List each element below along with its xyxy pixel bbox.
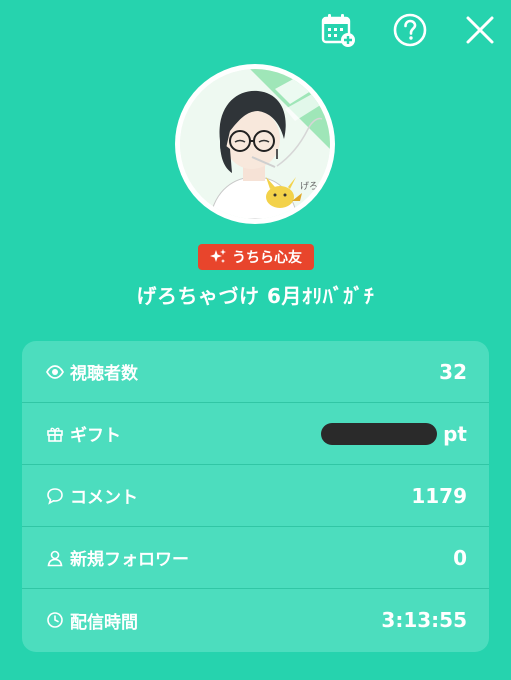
sparkle-icon: [210, 249, 226, 265]
svg-text:げろ: げろ: [300, 181, 318, 192]
close-icon[interactable]: [462, 12, 498, 48]
person-icon: [46, 549, 64, 567]
stat-label: 視聴者数: [70, 364, 138, 384]
clock-icon: [46, 611, 64, 629]
stat-value: 32: [439, 359, 467, 384]
avatar-frame: げろ: [175, 64, 335, 224]
stat-row-viewers: 視聴者数 32: [22, 341, 489, 403]
stream-title: げろちゃづけ 6月ｵﾘﾊﾞｶﾞﾁ: [136, 284, 375, 308]
top-bar: [0, 0, 511, 62]
stat-label: ギフト: [70, 426, 121, 446]
stat-value: 1179: [411, 483, 467, 508]
avatar[interactable]: げろ: [180, 69, 330, 219]
stat-value: 3:13:55: [381, 608, 467, 632]
stat-value: 0: [453, 545, 467, 570]
redaction-bar: [321, 422, 438, 445]
relationship-badge: うちら心友: [198, 244, 314, 270]
stat-label: 新規フォロワー: [70, 550, 189, 570]
comment-icon: [46, 487, 64, 505]
stat-row-comments: コメント 1179: [22, 465, 489, 527]
badge-label: うちら心友: [232, 250, 302, 266]
stat-row-new-followers: 新規フォロワー 0: [22, 527, 489, 589]
calendar-add-icon[interactable]: [320, 12, 356, 48]
stat-value-gift: pt: [321, 422, 467, 446]
gift-icon: [46, 425, 64, 443]
stat-row-gift: ギフト pt: [22, 403, 489, 465]
stat-unit: pt: [443, 421, 467, 446]
stats-card: 視聴者数 32 ギフト pt コメント 1179 新規フォロワー 0 配信時間 …: [22, 341, 489, 652]
eye-icon: [46, 363, 64, 381]
help-icon[interactable]: [392, 12, 428, 48]
stat-label: コメント: [70, 488, 138, 508]
stat-row-stream-time: 配信時間 3:13:55: [22, 589, 489, 651]
stat-label: 配信時間: [70, 612, 138, 633]
